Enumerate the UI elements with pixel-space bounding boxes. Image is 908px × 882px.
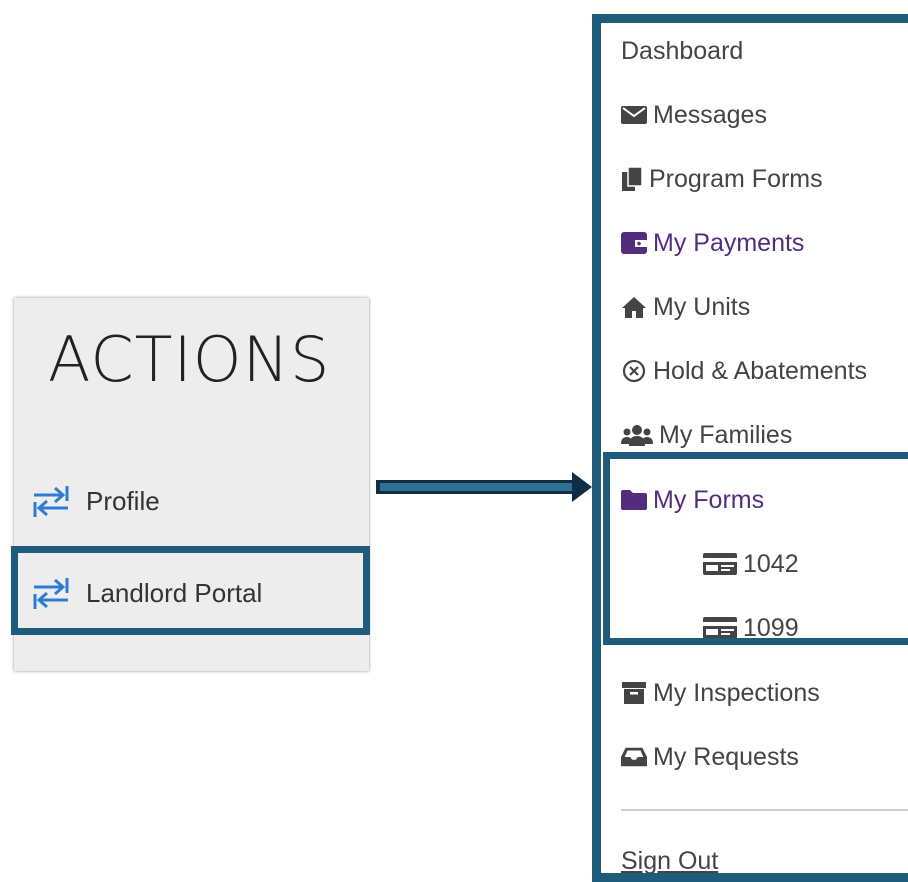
home-icon <box>621 294 647 320</box>
menu-item-form-1099[interactable]: 1099 <box>703 608 908 648</box>
circle-x-icon <box>621 358 647 384</box>
menu-item-my-requests[interactable]: My Requests <box>621 737 908 777</box>
menu-item-my-forms[interactable]: My Forms <box>621 480 908 520</box>
actions-title: ACTIONS <box>48 323 331 396</box>
envelope-icon <box>621 102 647 128</box>
swap-arrows-icon <box>33 486 69 517</box>
sign-out-link[interactable]: Sign Out <box>621 841 908 881</box>
inbox-icon <box>621 744 647 770</box>
id-card-icon <box>703 551 737 577</box>
archive-icon <box>621 680 647 706</box>
actions-panel: ACTIONS Profile Landlord Portal <box>14 298 369 671</box>
menu-item-my-units[interactable]: My Units <box>621 287 908 327</box>
menu-item-program-forms[interactable]: Program Forms <box>621 159 908 199</box>
menu-item-hold-abatements[interactable]: Hold & Abatements <box>621 351 908 391</box>
users-icon <box>621 422 653 448</box>
action-profile[interactable]: Profile <box>14 476 369 526</box>
action-profile-label: Profile <box>86 485 160 516</box>
id-card-icon <box>703 615 737 641</box>
menu-item-label: Dashboard <box>621 36 744 65</box>
menu-item-messages[interactable]: Messages <box>621 95 908 135</box>
menu-item-label: Messages <box>653 100 767 129</box>
menu-item-label: My Requests <box>653 742 799 771</box>
menu-item-label: Program Forms <box>649 164 823 193</box>
menu-item-label: 1099 <box>743 613 799 642</box>
menu-item-form-1042[interactable]: 1042 <box>703 544 908 584</box>
menu-item-label: My Families <box>659 420 793 449</box>
wallet-icon <box>621 230 647 256</box>
action-landlord-portal[interactable]: Landlord Portal <box>14 568 369 618</box>
folder-icon <box>621 487 647 513</box>
menu-item-label: My Payments <box>653 228 805 257</box>
menu-item-label: Hold & Abatements <box>653 356 868 385</box>
menu-item-label: 1042 <box>743 549 799 578</box>
sign-out-label: Sign Out <box>621 846 719 875</box>
swap-arrows-icon <box>33 578 69 609</box>
menu-item-my-inspections[interactable]: My Inspections <box>621 673 908 713</box>
side-menu: Dashboard Messages Program Forms My Paym… <box>592 14 908 882</box>
menu-item-my-payments[interactable]: My Payments <box>621 223 908 263</box>
right-arrow-icon <box>376 472 592 502</box>
menu-item-my-families[interactable]: My Families <box>621 415 908 455</box>
documents-icon <box>621 166 643 192</box>
menu-divider <box>621 809 908 811</box>
menu-item-label: My Units <box>653 292 751 321</box>
action-landlord-portal-label: Landlord Portal <box>86 577 263 608</box>
menu-item-label: My Forms <box>653 485 765 514</box>
menu-item-dashboard[interactable]: Dashboard <box>621 31 908 71</box>
menu-item-label: My Inspections <box>653 678 820 707</box>
